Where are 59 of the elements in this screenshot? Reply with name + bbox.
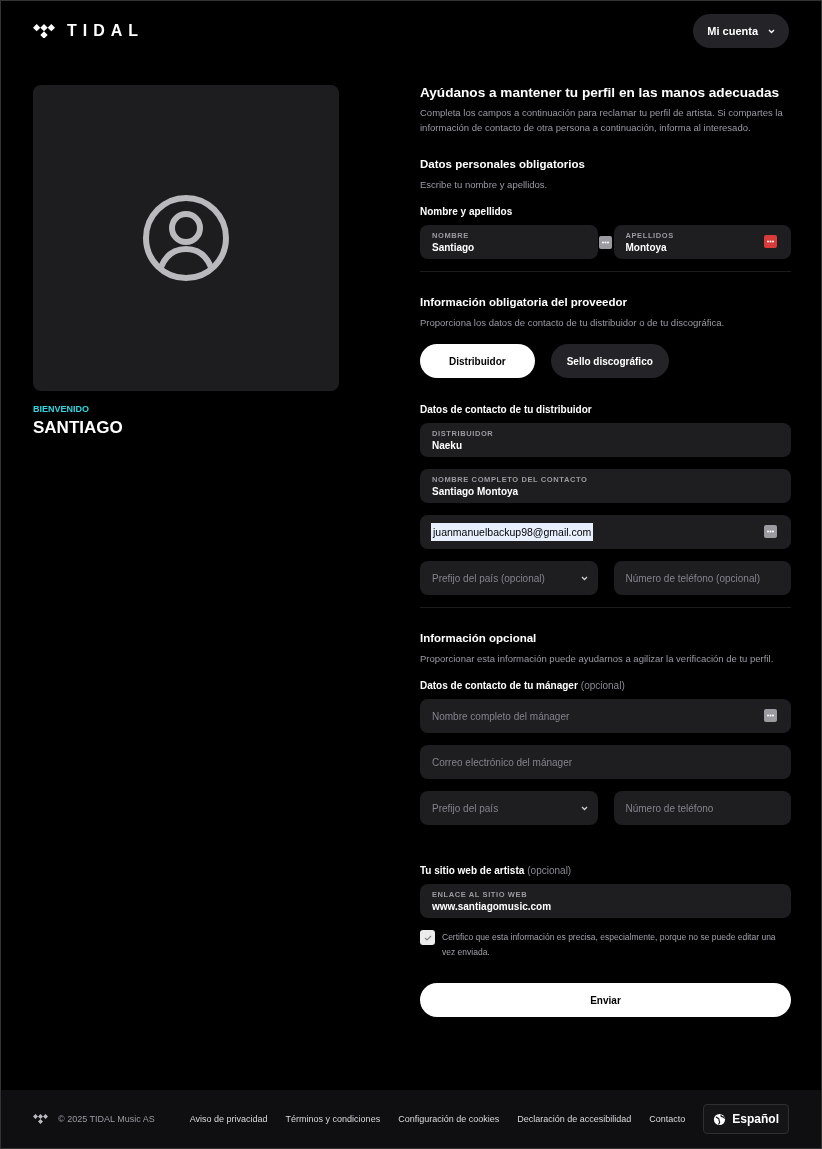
input-field[interactable]: juanmanuelbackup98@gmail.com — [420, 515, 791, 549]
footer-link[interactable]: Términos y condiciones — [285, 1114, 381, 1124]
language-button[interactable]: Español — [703, 1104, 789, 1134]
field-value: www.santiagomusic.com — [432, 901, 552, 912]
tidal-logo-icon — [33, 23, 55, 39]
field-placeholder: Nombre completo del mánager — [432, 710, 570, 722]
form-title: Ayúdanos a mantener tu perfil en las manos adecuadas — [420, 85, 781, 100]
field-placeholder: Número de teléfono — [625, 802, 714, 814]
section-title: Información obligatoria del proveedor — [420, 296, 629, 308]
section-title: Datos personales obligatorios — [420, 158, 586, 170]
user-avatar-icon — [142, 194, 230, 282]
provider-tab[interactable]: Distribuidor — [420, 344, 535, 378]
globe-icon — [713, 1112, 727, 1126]
checkmark-icon — [423, 934, 432, 941]
field-placeholder: Correo electrónico del mánager — [432, 756, 573, 768]
input-field[interactable]: Nombre completo del mánager — [420, 699, 791, 733]
input-field[interactable]: Correo electrónico del mánager — [420, 745, 791, 779]
field-group-label: Tu sitio web de artista — [420, 865, 525, 876]
optional-note: (opcional) — [527, 865, 572, 876]
field-value: juanmanuelbackup98@gmail.com — [431, 523, 594, 541]
tidal-wordmark[interactable]: TIDAL — [67, 22, 145, 40]
input-field[interactable]: Número de teléfono — [613, 791, 791, 825]
welcome-label: BIENVENIDO — [33, 404, 90, 414]
chevron-down-icon — [580, 576, 588, 581]
certify-text: Certifico que esta información es precisa, especialmente, porque no se puede editar una vez enviada. — [442, 931, 777, 959]
field-group-label: Datos de contacto de tu distribuidor — [420, 404, 592, 415]
provider-tab[interactable]: Sello discográfico — [550, 344, 669, 378]
footer-link[interactable]: Aviso de privacidad — [189, 1114, 268, 1124]
chevron-down-icon — [580, 806, 588, 811]
field-placeholder: Número de teléfono (opcional) — [625, 572, 761, 584]
field-group-label: Datos de contacto de tu mánager — [420, 680, 578, 691]
footer-link[interactable]: Declaración de accesibilidad — [517, 1114, 632, 1124]
chevron-down-icon — [768, 28, 775, 34]
footer-link[interactable]: Configuración de cookies — [398, 1114, 500, 1124]
artist-name: SANTIAGO — [33, 418, 124, 438]
country-code-select[interactable]: Prefijo del país — [420, 791, 598, 825]
field-group-label: Nombre y apellidos — [420, 206, 513, 217]
section-title: Información opcional — [420, 632, 538, 644]
optional-note: (opcional) — [580, 680, 625, 691]
input-field[interactable]: Número de teléfono (opcional) — [613, 561, 791, 595]
field-placeholder: Prefijo del país (opcional) — [432, 572, 545, 584]
certify-checkbox[interactable] — [420, 930, 435, 945]
field-value: Santiago — [432, 242, 475, 253]
field-placeholder: Prefijo del país — [432, 802, 499, 814]
field-value: Naeku — [432, 440, 462, 451]
country-code-select[interactable]: Prefijo del país (opcional) — [420, 561, 598, 595]
section-description: Proporciona los datos de contacto de tu distribuidor o de tu discográfica. — [420, 316, 726, 330]
field-value: Montoya — [625, 242, 667, 253]
submit-button[interactable]: Enviar — [420, 983, 791, 1017]
account-button[interactable]: Mi cuenta — [693, 14, 789, 48]
password-manager-icon[interactable] — [764, 235, 777, 248]
section-description: Proporcionar esta información puede ayudarnos a agilizar la verificación de tu perfil. — [420, 652, 775, 666]
footer-link[interactable]: Contacto — [649, 1114, 686, 1124]
password-manager-icon[interactable] — [599, 235, 612, 249]
copyright-text: © 2025 TIDAL Music AS — [58, 1114, 155, 1124]
tidal-logo-icon — [33, 1113, 48, 1124]
form-intro: Completa los campos a continuación para reclamar tu perfil de artista. Si compartes la información de contacto de otra persona a continuación, informa al interesado. — [420, 106, 784, 135]
section-description: Escribe tu nombre y apellidos. — [420, 178, 549, 192]
field-value: Santiago Montoya — [432, 486, 519, 497]
